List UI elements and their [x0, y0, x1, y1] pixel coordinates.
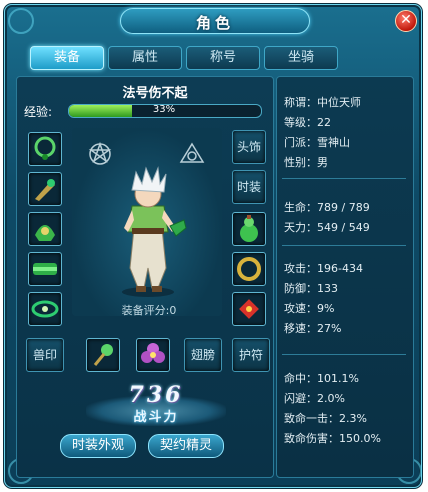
stat-level: 等级：22: [284, 116, 331, 129]
slot-ring[interactable]: [232, 252, 266, 286]
slot-rattle[interactable]: [86, 338, 120, 372]
stats-divider: [282, 178, 406, 179]
slot-headwear[interactable]: 头饰: [232, 130, 266, 164]
stat-gender: 性别：男: [284, 156, 328, 169]
character-name: 法号伤不起: [122, 86, 188, 101]
pentagram-emblem-icon: [88, 141, 112, 165]
stat-mp: 天力：549 / 549: [284, 221, 370, 234]
close-button[interactable]: ✕: [395, 10, 417, 32]
helmet-icon: [35, 225, 55, 241]
bracer-icon: [31, 300, 59, 318]
slot-amulet[interactable]: 护符: [232, 338, 270, 372]
window-title: 角色: [195, 14, 234, 32]
slot-wings[interactable]: 翅膀: [184, 338, 222, 372]
weapon-icon: [35, 179, 55, 201]
slot-fashion-label: 时装: [236, 180, 261, 194]
stat-crit-chance: 致命一击：2.3%: [284, 412, 367, 425]
stat-sect: 门派：雪神山: [284, 136, 350, 149]
slot-beast-seal-label: 兽印: [32, 348, 57, 362]
flower-icon: [141, 343, 165, 363]
slot-bracer[interactable]: [28, 292, 62, 326]
slot-wings-label: 翅膀: [190, 348, 215, 362]
contract-spirit-button[interactable]: 契约精灵: [148, 434, 224, 458]
stat-crit-damage: 致命伤害：150.0%: [284, 432, 381, 445]
ring-icon: [237, 257, 261, 281]
fashion-view-button[interactable]: 时装外观: [60, 434, 136, 458]
tab-titles[interactable]: 称号: [186, 46, 260, 70]
slot-necklace[interactable]: [28, 132, 62, 166]
equipment-score: 装备评分:0: [121, 304, 177, 317]
slot-weapon[interactable]: [28, 172, 62, 206]
stat-attack-speed: 攻速：9%: [284, 302, 335, 315]
gourd-icon: [240, 215, 258, 242]
exp-label: 经验:: [24, 105, 53, 119]
exp-percent: 33%: [152, 104, 176, 115]
belt-icon: [33, 263, 57, 275]
character-preview: [72, 128, 222, 316]
stat-move-speed: 移速：27%: [284, 322, 342, 335]
title-bar: 角色: [120, 8, 310, 34]
stat-hit: 命中：101.1%: [284, 372, 359, 385]
tab-mounts[interactable]: 坐骑: [264, 46, 338, 70]
charm-icon: [239, 299, 259, 319]
slot-helmet[interactable]: [28, 212, 62, 246]
rattle-icon: [93, 344, 113, 366]
combat-power-label: 战斗力: [133, 410, 179, 425]
character-illustration: [88, 141, 205, 297]
slot-charm[interactable]: [232, 292, 266, 326]
stat-hp: 生命：789 / 789: [284, 201, 370, 214]
combat-power-value: 736: [128, 382, 184, 408]
slot-fashion[interactable]: 时装: [232, 170, 266, 204]
slot-gourd[interactable]: [232, 212, 266, 246]
triangle-emblem-icon: [179, 142, 205, 163]
slot-beast-seal[interactable]: 兽印: [26, 338, 64, 372]
stat-dodge: 闪避：2.0%: [284, 392, 345, 405]
stat-defense: 防御：133: [284, 282, 338, 295]
corner-ornament: [8, 8, 34, 34]
necklace-icon: [34, 136, 56, 160]
slot-flower[interactable]: [136, 338, 170, 372]
stats-divider: [282, 245, 406, 246]
stat-attack: 攻击：196-434: [284, 262, 363, 275]
slot-amulet-label: 护符: [238, 348, 263, 362]
slot-belt[interactable]: [28, 252, 62, 286]
stat-title: 称谓：中位天师: [284, 96, 361, 109]
tab-attributes[interactable]: 属性: [108, 46, 182, 70]
slot-headwear-label: 头饰: [236, 140, 261, 154]
tab-equipment[interactable]: 装备: [30, 46, 104, 70]
stats-divider: [282, 354, 406, 355]
